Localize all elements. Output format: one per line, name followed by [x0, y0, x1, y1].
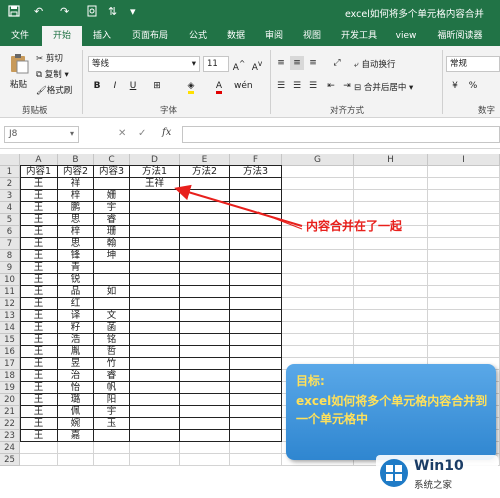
- annotation-text: 内容合并在了一起: [306, 219, 403, 233]
- arrow-to-merged-cell: [174, 184, 303, 227]
- goal-callout: 目标: excel如何将多个单元格内容合并到一个单元格中: [286, 364, 496, 460]
- arrow-tail: [257, 211, 303, 230]
- goal-title: 目标:: [296, 374, 325, 388]
- goal-text: excel如何将多个单元格内容合并到一个单元格中: [296, 394, 488, 426]
- watermark-brand: Win10: [414, 458, 464, 474]
- windows-logo-icon: [380, 459, 408, 487]
- watermark-site: 系统之家: [414, 480, 453, 491]
- watermark: Win10 系统之家: [376, 455, 498, 493]
